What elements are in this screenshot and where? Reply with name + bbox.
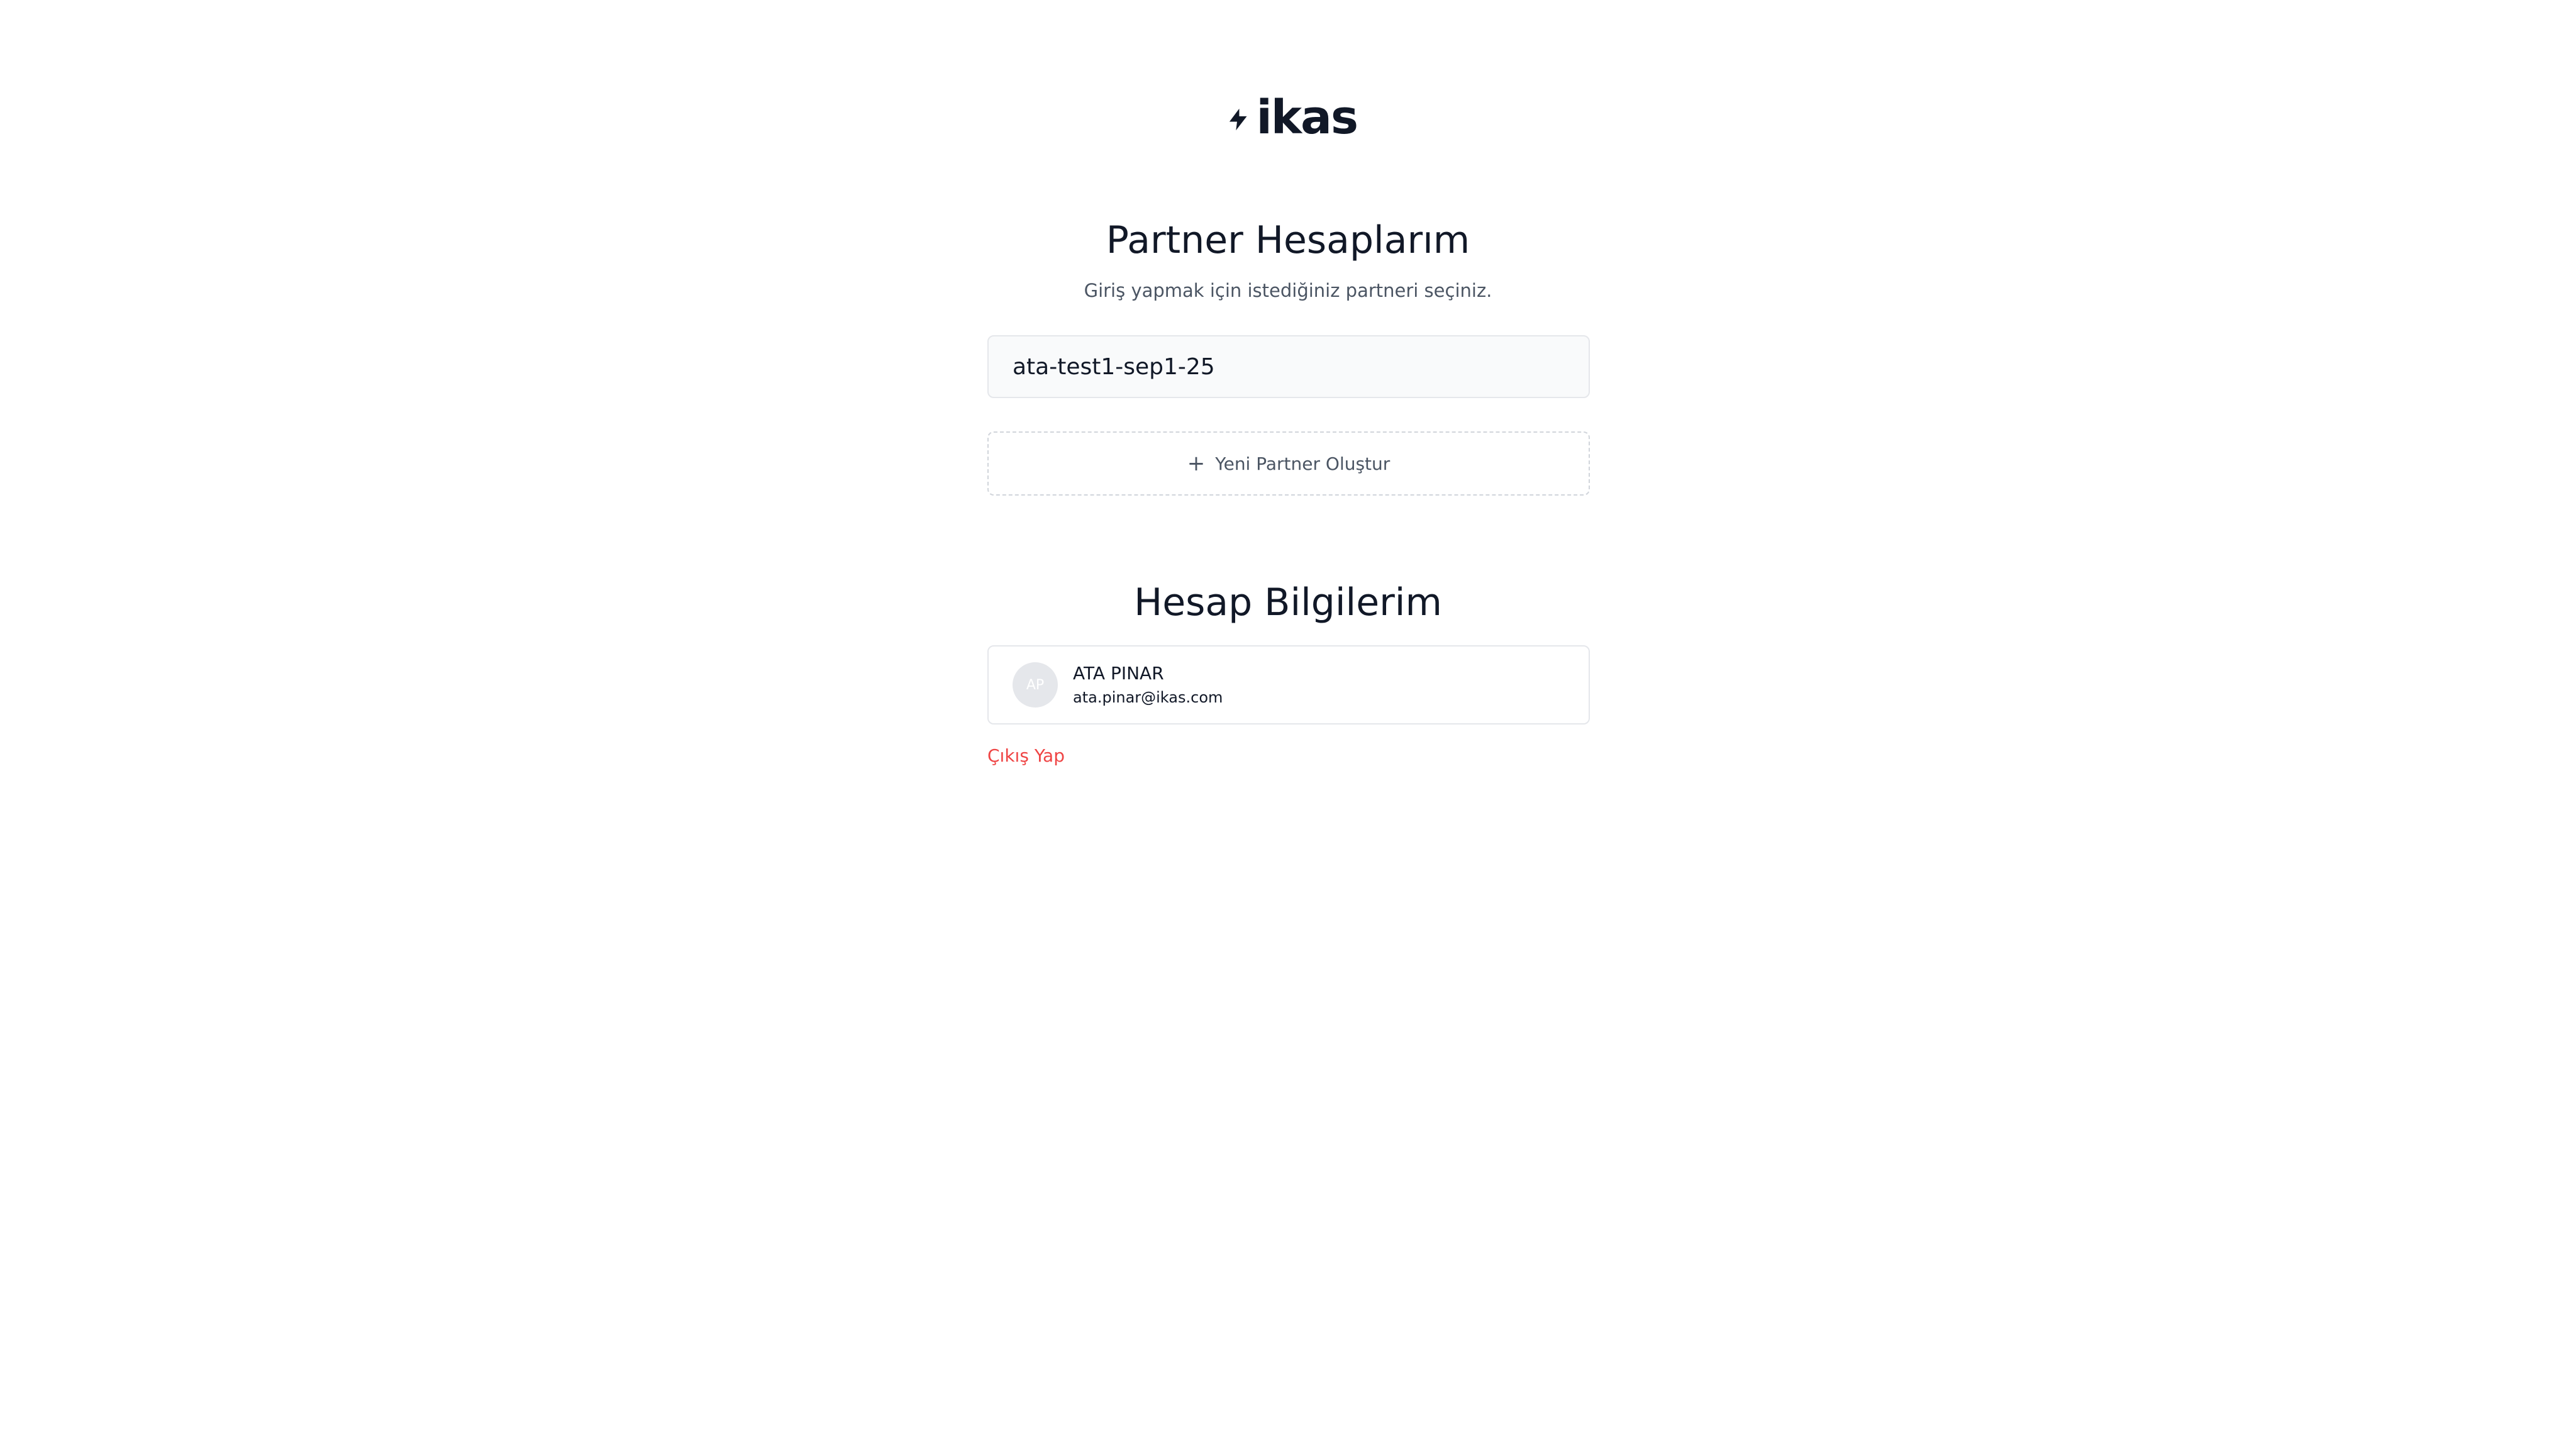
user-info: ATA PINAR ata.pinar@ikas.com [1073,663,1223,706]
logout-link[interactable]: Çıkış Yap [987,747,1065,765]
user-name: ATA PINAR [1073,663,1164,684]
partner-item[interactable]: ata-test1-sep1-25 [987,335,1590,398]
partners-subtitle: Giriş yapmak için istediğiniz partneri s… [1084,280,1492,301]
brand-logo: ikas [1225,91,1358,145]
partner-name: ata-test1-sep1-25 [1013,353,1215,380]
account-title: Hesap Bilgilerim [1134,580,1442,625]
partners-title: Partner Hesaplarım [1106,218,1470,262]
new-partner-button[interactable]: + Yeni Partner Oluştur [987,431,1590,496]
avatar: AP [1013,662,1058,708]
bolt-icon [1229,108,1247,131]
brand-name: ikas [1256,91,1358,145]
plus-icon: + [1187,451,1206,476]
user-email: ata.pinar@ikas.com [1073,689,1223,706]
new-partner-label: Yeni Partner Oluştur [1215,453,1391,474]
account-card: AP ATA PINAR ata.pinar@ikas.com [987,645,1590,724]
